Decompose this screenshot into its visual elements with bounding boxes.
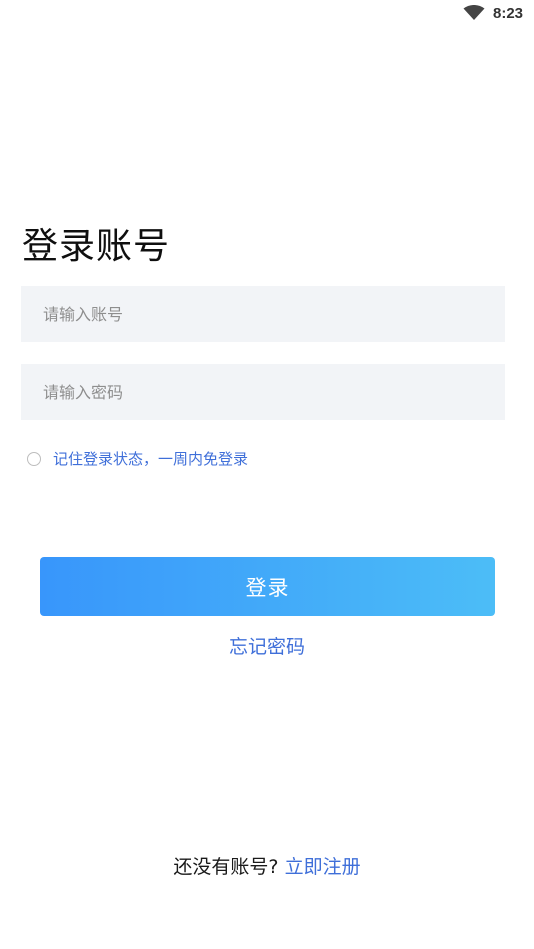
wifi-icon xyxy=(463,5,485,20)
remember-radio[interactable] xyxy=(27,452,41,466)
page-title: 登录账号 xyxy=(22,226,171,267)
remember-label: 记住登录状态，一周内免登录 xyxy=(53,450,249,468)
register-row: 还没有账号? 立即注册 xyxy=(0,854,534,880)
status-time: 8:23 xyxy=(493,5,524,22)
login-button[interactable]: 登录 xyxy=(40,557,495,616)
account-input[interactable] xyxy=(21,286,505,342)
register-link[interactable]: 立即注册 xyxy=(285,856,361,878)
remember-login-option[interactable]: 记住登录状态，一周内免登录 xyxy=(27,448,248,470)
forgot-password-link[interactable]: 忘记密码 xyxy=(0,634,534,660)
register-prompt: 还没有账号? xyxy=(173,856,279,878)
status-bar: 8:23 xyxy=(0,0,534,28)
password-input[interactable] xyxy=(21,364,505,420)
